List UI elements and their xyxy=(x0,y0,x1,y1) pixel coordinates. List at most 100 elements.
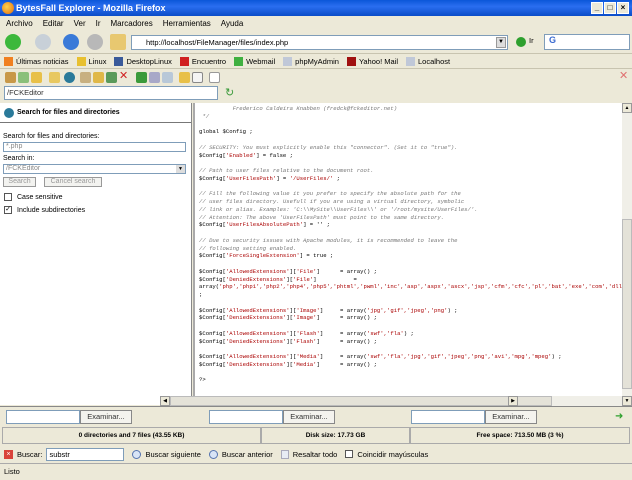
upload-file-input-2[interactable] xyxy=(209,410,283,424)
bookmark-item[interactable]: Linux xyxy=(76,54,106,68)
code-token: */ xyxy=(199,112,210,120)
code-line: // Attention: The above 'UserFilesPath' … xyxy=(199,214,622,222)
path-input[interactable]: /FCKEditor xyxy=(4,86,218,100)
browse-button-1[interactable]: Examinar... xyxy=(80,410,132,424)
bookmark-item[interactable]: DesktopLinux xyxy=(114,54,172,68)
cancel-search-button[interactable]: Cancel search xyxy=(44,177,102,187)
match-case-checkbox[interactable] xyxy=(345,450,354,458)
include-subdirectories-checkbox[interactable]: ✓ Include subdirectories xyxy=(4,206,191,214)
file-icon[interactable] xyxy=(192,72,203,83)
home-icon[interactable] xyxy=(110,34,126,50)
horizontal-scrollbar[interactable]: ◀ ▶ xyxy=(160,396,622,406)
search-icon[interactable] xyxy=(64,72,75,83)
scroll-right-icon[interactable]: ▶ xyxy=(508,396,518,406)
menu-editar[interactable]: Editar xyxy=(43,16,64,31)
code-token: $Config[ xyxy=(199,329,226,337)
search-panel-header: Search for files and directories xyxy=(0,103,191,123)
code-token: ; xyxy=(333,174,341,182)
home-icon[interactable] xyxy=(5,72,16,83)
refresh-icon[interactable] xyxy=(18,72,29,83)
url-dropdown-icon[interactable]: ▼ xyxy=(496,37,506,48)
up-folder-icon[interactable] xyxy=(31,72,42,83)
highlight-all-button[interactable]: Resaltar todo xyxy=(293,450,338,459)
menu-ir[interactable]: Ir xyxy=(96,16,101,31)
close-panel-icon[interactable]: ✕ xyxy=(619,71,630,82)
go-button[interactable]: Ir xyxy=(529,36,534,45)
code-token: $Config[ xyxy=(199,337,226,345)
find-input[interactable]: substr xyxy=(46,447,125,461)
folder-icon[interactable] xyxy=(179,72,190,83)
match-case-label: Coincidir mayúsculas xyxy=(357,449,429,459)
close-button[interactable]: × xyxy=(617,2,629,14)
code-line: array('php','php1','php2','php4','php5',… xyxy=(199,283,622,291)
case-sensitive-checkbox[interactable]: Case sensitive xyxy=(4,193,191,201)
code-line: $Config['Enabled'] = false ; xyxy=(199,152,622,160)
bookmark-item[interactable]: Yahoo! Mail xyxy=(346,54,398,68)
code-token: 'swf','fla' xyxy=(366,329,404,337)
find-prev-icon[interactable] xyxy=(208,449,218,459)
scroll-down-icon[interactable]: ▼ xyxy=(622,396,632,406)
code-token: '/UserFiles/' xyxy=(289,174,334,182)
upload-file-input-3[interactable] xyxy=(411,410,485,424)
find-next-button[interactable]: Buscar siguiente xyxy=(145,450,200,459)
move-icon[interactable] xyxy=(93,72,104,83)
search-button[interactable]: Search xyxy=(3,177,36,187)
highlight-icon[interactable] xyxy=(280,449,289,459)
scroll-up-icon[interactable]: ▲ xyxy=(622,103,632,113)
firefox-icon xyxy=(2,2,14,14)
bookmark-item[interactable]: Localhost xyxy=(406,54,450,68)
search-in-select[interactable]: /FCKEditor ▼ xyxy=(3,164,186,174)
search-in-label: Search in: xyxy=(3,155,35,162)
back-icon[interactable] xyxy=(5,34,21,50)
code-line: $Config['UserFilesPath'] = '/UserFiles/'… xyxy=(199,175,622,183)
code-token: 'swf','fla','jpg','gif','jpeg','png','av… xyxy=(366,353,552,360)
search-box[interactable]: G xyxy=(544,34,630,50)
checkbox-icon xyxy=(4,193,12,201)
browse-button-3[interactable]: Examinar... xyxy=(485,410,537,424)
query-input[interactable]: *.php xyxy=(3,142,186,152)
menu-ayuda[interactable]: Ayuda xyxy=(221,16,244,31)
hscroll-thumb[interactable] xyxy=(170,396,552,406)
upload-file-input-1[interactable] xyxy=(6,410,80,424)
vertical-scrollbar[interactable]: ▲ ▼ xyxy=(622,103,632,406)
stop-icon[interactable] xyxy=(87,34,103,50)
menu-archivo[interactable]: Archivo xyxy=(6,16,33,31)
menu-ver[interactable]: Ver xyxy=(74,16,86,31)
upload-icon[interactable]: ➜ xyxy=(615,411,623,422)
menu-herramientas[interactable]: Herramientas xyxy=(163,16,211,31)
close-find-icon[interactable]: × xyxy=(4,449,13,459)
code-line: */ xyxy=(199,113,622,121)
browse-button-2[interactable]: Examinar... xyxy=(283,410,335,424)
replace-icon[interactable] xyxy=(149,72,160,83)
blank-icon[interactable] xyxy=(209,72,220,83)
maximize-button[interactable]: □ xyxy=(604,2,616,14)
code-line: ; xyxy=(199,291,622,299)
path-row: /FCKEditor ↻ xyxy=(0,85,632,102)
go-path-icon[interactable]: ↻ xyxy=(225,86,234,99)
bookmark-item[interactable]: phpMyAdmin xyxy=(283,54,339,68)
bookmark-item[interactable]: Últimas noticias xyxy=(4,54,69,68)
scroll-left-icon[interactable]: ◀ xyxy=(160,396,170,406)
url-bar[interactable]: http://localhost/FileManager/files/index… xyxy=(131,35,508,50)
forward-icon[interactable] xyxy=(35,34,51,50)
permissions-icon[interactable] xyxy=(136,72,147,83)
bookmark-item[interactable]: Webmail xyxy=(234,54,275,68)
new-folder-icon[interactable] xyxy=(49,72,60,83)
bookmark-icon xyxy=(76,56,86,66)
menu-marcadores[interactable]: Marcadores xyxy=(111,16,153,31)
reload-icon[interactable] xyxy=(63,34,79,50)
find-prev-button[interactable]: Buscar anterior xyxy=(222,450,273,459)
bookmark-label: Webmail xyxy=(246,56,276,66)
bookmark-icon xyxy=(234,56,244,66)
code-viewer[interactable]: Frederico Caldeira Knabben (fredck@fcked… xyxy=(193,103,622,396)
copy-icon[interactable] xyxy=(80,72,91,83)
bookmark-item[interactable]: Encuentro xyxy=(179,54,226,68)
scroll-thumb[interactable] xyxy=(622,219,632,389)
edit-icon[interactable] xyxy=(162,72,173,83)
find-next-icon[interactable] xyxy=(132,449,142,459)
delete-icon[interactable]: ✕ xyxy=(119,71,130,82)
go-icon[interactable] xyxy=(516,37,526,47)
code-token: 'Flash' xyxy=(296,329,320,337)
minimize-button[interactable]: _ xyxy=(591,2,603,14)
rename-icon[interactable] xyxy=(106,72,117,83)
